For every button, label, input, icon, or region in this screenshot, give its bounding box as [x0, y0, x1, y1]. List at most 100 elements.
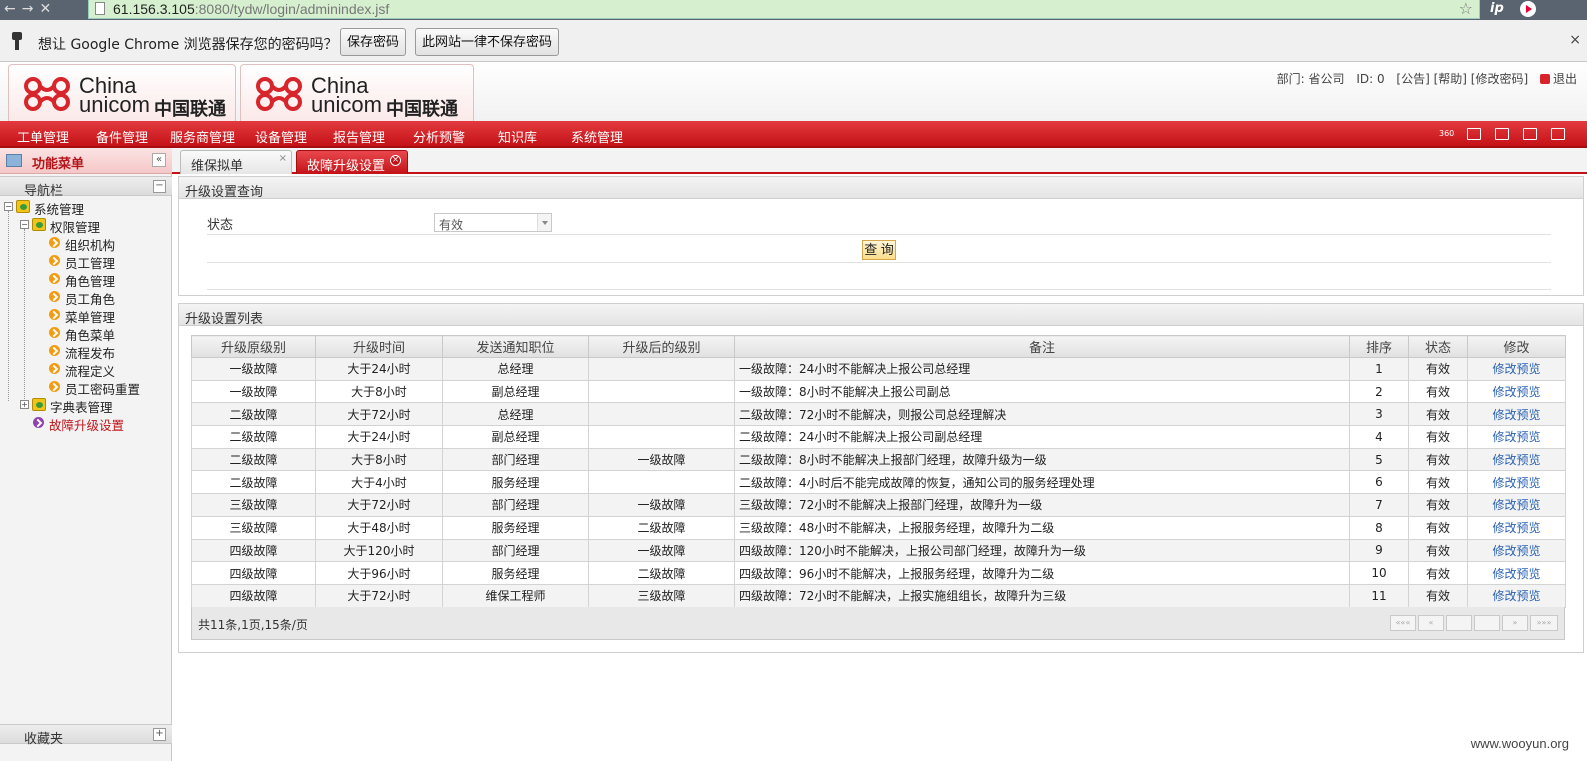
first-page-button[interactable]: ««« [1390, 615, 1416, 631]
table-row[interactable]: 二级故障 大于72小时 总经理 二级故障：72小时不能解决，则报公司总经理解决 3 有效修… [191, 402, 1566, 427]
column-header[interactable]: 升级后的级别 [588, 335, 735, 358]
edit-preview-link[interactable]: 修改预览 [1467, 561, 1566, 585]
edit-preview-link[interactable]: 修改预览 [1467, 357, 1566, 381]
status-select[interactable]: 有效 [434, 213, 552, 232]
extension-icon[interactable] [1520, 1, 1536, 17]
address-bar[interactable]: 61.156.3.105:8080/tydw/login/adminindex.… [88, 0, 1480, 19]
close-tab-icon[interactable]: × [390, 155, 401, 166]
edit-preview-link[interactable]: 修改预览 [1467, 425, 1566, 449]
tree-leaf[interactable]: 流程发布 [49, 342, 159, 361]
pagination-summary: 共11条,1页,15条/页 [198, 618, 308, 632]
edit-preview-link[interactable]: 修改预览 [1467, 493, 1566, 517]
leaf-icon [49, 273, 60, 284]
prev-page-button[interactable]: « [1418, 615, 1444, 631]
tree-leaf[interactable]: 流程定义 [49, 360, 159, 379]
exit-icon [1539, 74, 1550, 84]
table-row[interactable]: 二级故障 大于4小时 服务经理 二级故障：4小时后不能完成故障的恢复，通知公司的服务经… [191, 470, 1566, 495]
favorites-toggle-button[interactable]: + [153, 728, 166, 741]
column-header[interactable]: 排序 [1349, 335, 1409, 358]
tree-leaf[interactable]: 员工密码重置 [49, 378, 159, 397]
exit-link[interactable]: 退出 [1539, 72, 1577, 86]
next-page-button[interactable]: » [1502, 615, 1528, 631]
menu-item-work-orders[interactable]: 工单管理 [17, 127, 69, 146]
menu-item-system[interactable]: 系统管理 [571, 127, 623, 146]
table-row[interactable]: 三级故障 大于72小时 部门经理 一级故障 三级故障：72小时不能解决上报部门经理，故障… [191, 493, 1566, 517]
leaf-icon [49, 309, 60, 320]
tree-leaf[interactable]: 角色管理 [49, 270, 159, 289]
nav-section-header[interactable]: 导航栏 − [0, 176, 172, 199]
edit-preview-link[interactable]: 修改预览 [1467, 583, 1566, 608]
table-row[interactable]: 二级故障 大于24小时 副总经理 二级故障：24小时不能解决上报公司副总经理 4 有效 修改… [191, 425, 1566, 449]
column-header[interactable]: 升级时间 [315, 335, 443, 358]
browser-nav-icons[interactable]: ←→✕ [4, 1, 57, 17]
edit-preview-link[interactable]: 修改预览 [1467, 379, 1566, 404]
list-icon[interactable] [1523, 128, 1537, 140]
tree-node-fault-upgrade[interactable]: 故障升级设置 [33, 414, 163, 433]
upgrade-settings-table: 升级原级别 升级时间 发送通知职位 升级后的级别 备注 排序 状态 修改 一级故… [191, 335, 1566, 608]
table-row[interactable]: 四级故障 大于120小时 部门经理 一级故障 四级故障：120小时不能解决，上报公司部门… [191, 538, 1566, 563]
table-row[interactable]: 一级故障 大于24小时 总经理 一级故障：24小时不能解决上报公司总经理 1 有效 修改预览 [191, 357, 1566, 381]
tab-fault-upgrade[interactable]: 故障升级设置 × [296, 150, 408, 174]
column-header[interactable]: 备注 [734, 335, 1350, 358]
menu-item-reports[interactable]: 报告管理 [333, 127, 385, 146]
tree-leaf[interactable]: 角色菜单 [49, 324, 159, 343]
column-header[interactable]: 升级原级别 [191, 335, 316, 358]
leaf-icon [49, 291, 60, 302]
tab-maintenance-draft[interactable]: 维保拟单 × [180, 150, 292, 174]
tree-leaf[interactable]: 员工管理 [49, 252, 159, 271]
tree-leaf[interactable]: 菜单管理 [49, 306, 159, 325]
expand-toggle[interactable]: − [4, 202, 13, 211]
save-password-infobar: 想让 Google Chrome 浏览器保存您的密码吗？ 保存密码 此网站一律不… [0, 20, 1587, 62]
table-row[interactable]: 一级故障 大于8小时 副总经理 一级故障：8小时不能解决上报公司副总 2 有效 修改预览 [191, 379, 1566, 404]
menu-item-knowledge[interactable]: 知识库 [498, 127, 537, 146]
column-header[interactable]: 修改 [1467, 335, 1566, 358]
edit-preview-link[interactable]: 修改预览 [1467, 515, 1566, 540]
query-button[interactable]: 查 询 [862, 240, 896, 260]
360-icon[interactable]: 360 [1439, 129, 1454, 141]
table-row[interactable]: 二级故障 大于8小时 部门经理 一级故障 二级故障：8小时不能解决上报部门经理，故障升级… [191, 447, 1566, 472]
column-header[interactable]: 状态 [1408, 335, 1468, 358]
menu-item-analysis[interactable]: 分析预警 [413, 127, 465, 146]
table-row[interactable]: 四级故障 大于96小时 服务经理 二级故障 四级故障：96小时不能解决，上报服务经理，故… [191, 561, 1566, 585]
menu-item-providers[interactable]: 服务商管理 [170, 127, 235, 146]
page-number-box[interactable] [1446, 615, 1472, 631]
table-row[interactable]: 三级故障 大于48小时 服务经理 二级故障 三级故障：48小时不能解决，上报服务经理，故… [191, 515, 1566, 540]
infobar-close-icon[interactable]: × [1569, 32, 1581, 48]
logo-text-cn: 中国联通 [154, 99, 226, 120]
favorites-section-header[interactable]: 收藏夹 + [0, 724, 172, 747]
edit-preview-link[interactable]: 修改预览 [1467, 538, 1566, 563]
close-tab-icon[interactable]: × [279, 153, 287, 164]
last-page-button[interactable]: »»» [1530, 615, 1558, 631]
edit-preview-link[interactable]: 修改预览 [1467, 470, 1566, 495]
never-save-button[interactable]: 此网站一律不保存密码 [415, 28, 560, 56]
leaf-icon [49, 345, 60, 356]
tree-leaf[interactable]: 组织机构 [49, 234, 159, 253]
menu-item-spare-parts[interactable]: 备件管理 [96, 127, 148, 146]
tree-node-dictionary[interactable]: + 字典表管理 [20, 396, 160, 415]
tree-leaf[interactable]: 员工角色 [49, 288, 159, 307]
page-icon [95, 2, 105, 15]
collapse-sidebar-button[interactable]: « [152, 153, 166, 167]
ip-extension-icon[interactable]: ip [1490, 1, 1504, 16]
menu-icon [6, 154, 22, 167]
layout-icon-2[interactable] [1495, 128, 1509, 140]
edit-preview-link[interactable]: 修改预览 [1467, 447, 1566, 472]
column-header[interactable]: 发送通知职位 [442, 335, 589, 358]
bookmark-star-icon[interactable]: ☆ [1459, 0, 1473, 18]
nav-toggle-button[interactable]: − [153, 180, 166, 193]
sidebar: 功能菜单 « 导航栏 − − 系统管理 − 权限管理 组织机构 员工管理 角色管… [0, 148, 172, 761]
tree-node-system[interactable]: − 系统管理 [4, 198, 164, 217]
page-count-box[interactable] [1474, 615, 1500, 631]
save-password-button[interactable]: 保存密码 [340, 28, 407, 56]
expand-toggle[interactable]: − [20, 220, 29, 229]
window-icon[interactable] [1551, 128, 1565, 140]
tree-node-permissions[interactable]: − 权限管理 [20, 216, 160, 235]
leaf-icon [33, 417, 44, 428]
logo-tab: China unicom 中国联通 [8, 64, 236, 121]
expand-toggle[interactable]: + [20, 400, 29, 409]
edit-preview-link[interactable]: 修改预览 [1467, 402, 1566, 427]
header-links[interactable]: [公告] [帮助] [修改密码] [1396, 72, 1528, 86]
menu-item-devices[interactable]: 设备管理 [255, 127, 307, 146]
layout-icon-1[interactable] [1467, 128, 1481, 140]
table-row[interactable]: 四级故障 大于72小时 维保工程师 三级故障 四级故障：72小时不能解决，上报实施组组长… [191, 583, 1566, 608]
